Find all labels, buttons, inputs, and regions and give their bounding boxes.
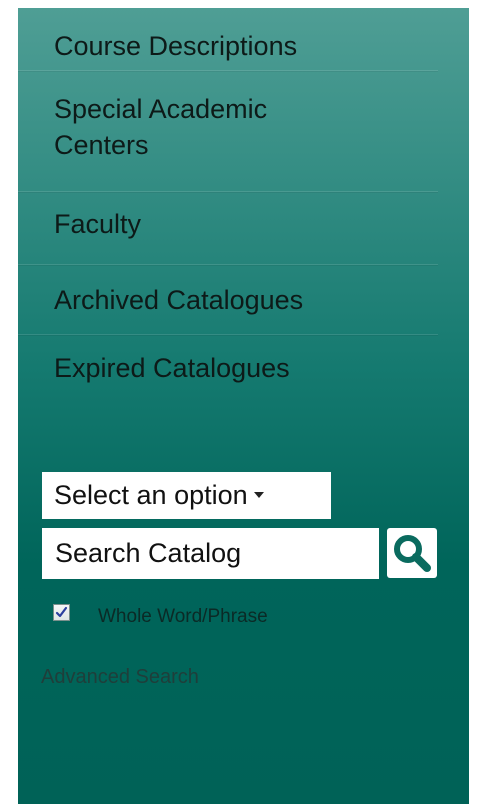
nav-item-archived-catalogues[interactable]: Archived Catalogues: [18, 265, 438, 335]
option-select-value: Select an option: [54, 480, 248, 510]
nav-item-label: Archived Catalogues: [54, 285, 304, 315]
nav-item-label: Special Academic Centers: [54, 94, 268, 160]
nav-item-faculty[interactable]: Faculty: [18, 192, 438, 265]
sidebar-nav: Course Descriptions Special Academic Cen…: [18, 8, 438, 405]
nav-item-course-descriptions[interactable]: Course Descriptions: [18, 8, 438, 71]
nav-item-label: Faculty: [54, 209, 142, 239]
caret-down-icon: [253, 491, 264, 498]
checkmark-icon: [55, 606, 68, 618]
search-icon: [394, 535, 431, 572]
nav-item-expired-catalogues[interactable]: Expired Catalogues: [18, 335, 438, 405]
search-input[interactable]: [42, 528, 379, 579]
search-button[interactable]: [387, 528, 437, 578]
nav-item-special-academic-centers[interactable]: Special Academic Centers: [18, 71, 438, 192]
whole-word-label[interactable]: Whole Word/Phrase: [98, 606, 268, 628]
nav-item-label: Expired Catalogues: [54, 353, 290, 383]
nav-item-label: Course Descriptions: [54, 31, 298, 61]
option-select[interactable]: Select an option: [42, 472, 331, 519]
advanced-search-link[interactable]: Advanced Search: [41, 666, 199, 689]
whole-word-checkbox[interactable]: [53, 604, 70, 621]
